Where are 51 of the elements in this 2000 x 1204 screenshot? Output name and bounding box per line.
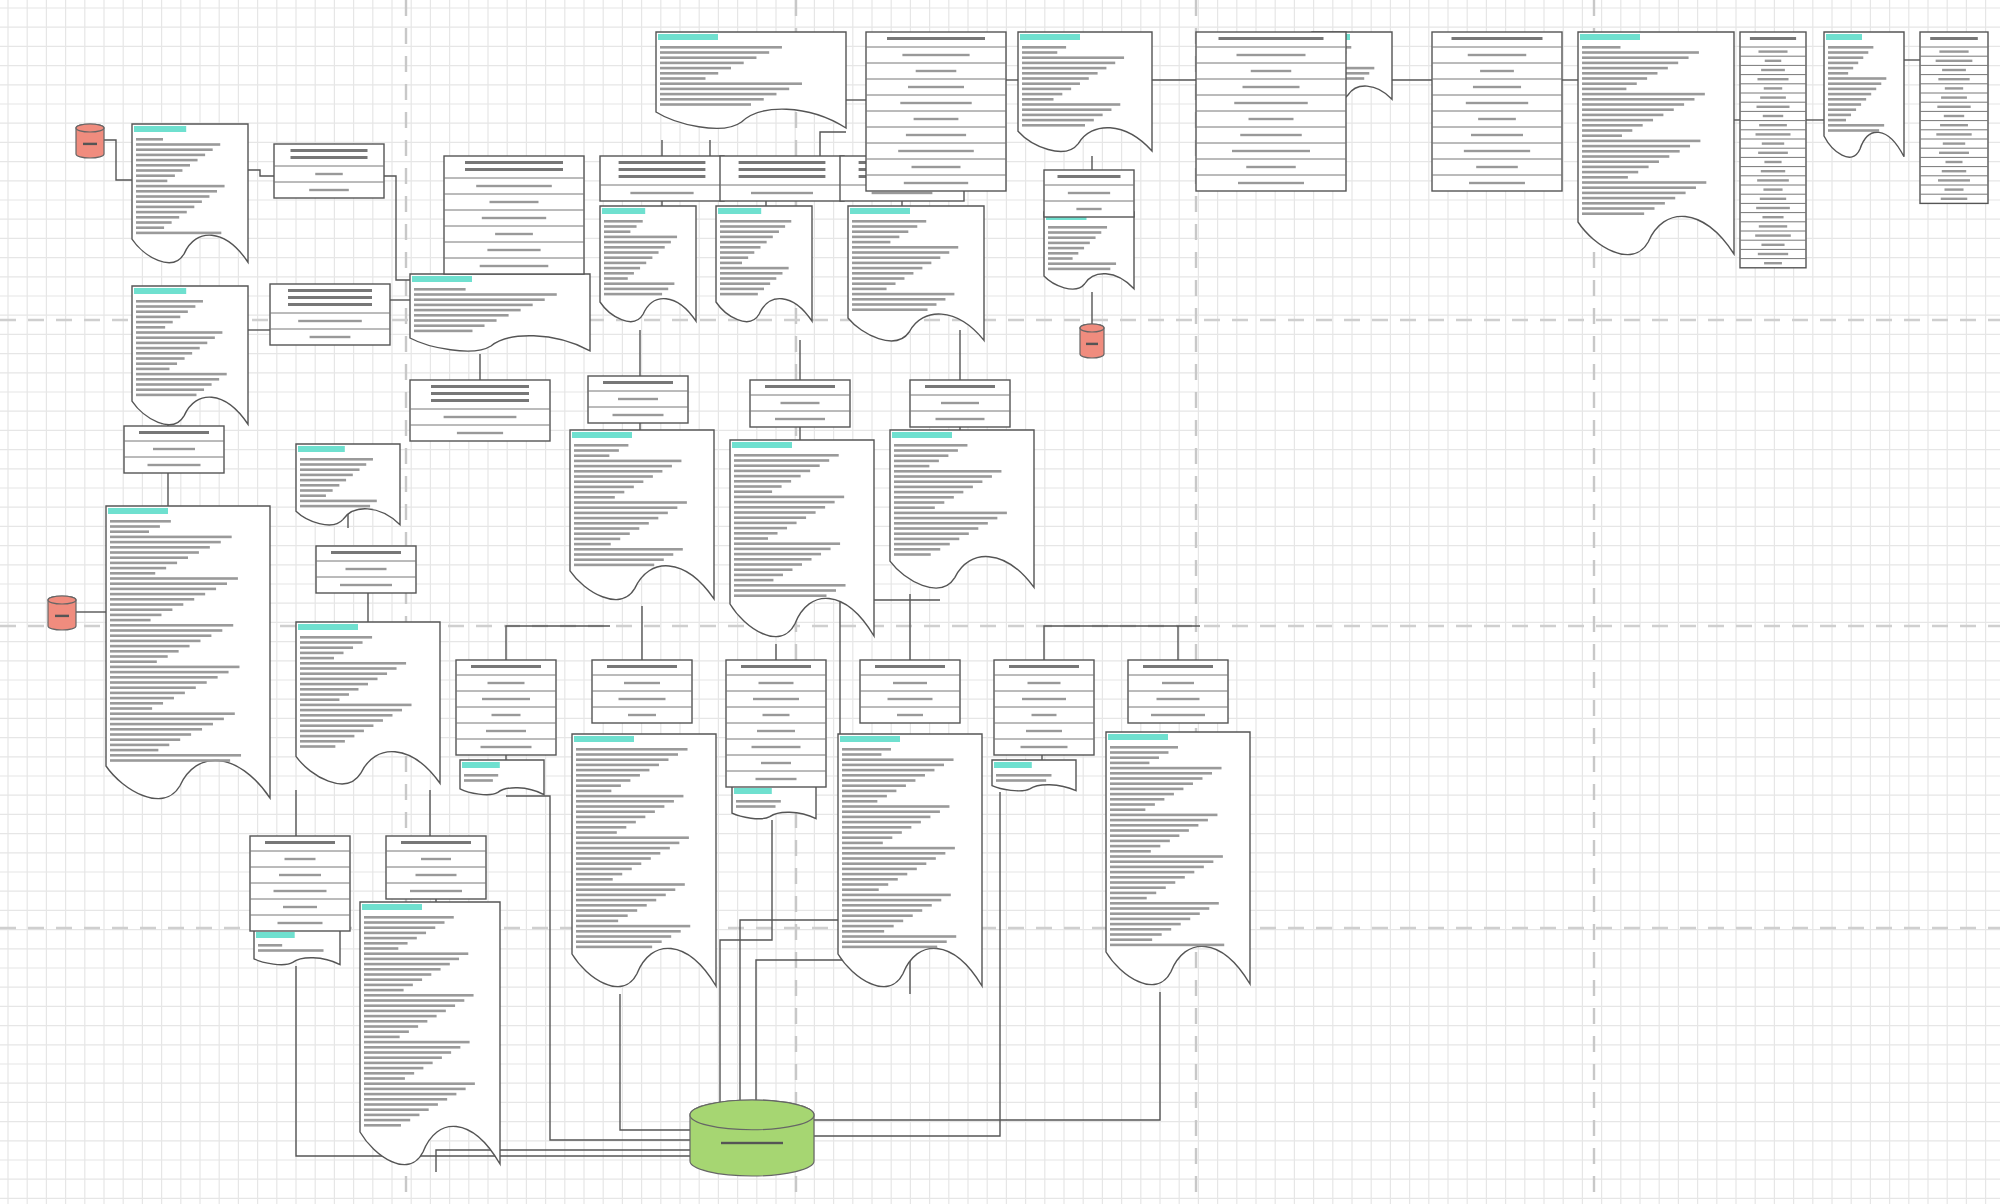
connector-line	[819, 131, 847, 157]
connector-line	[1091, 291, 1093, 325]
connector-line	[75, 611, 107, 613]
table-shape	[443, 155, 585, 275]
connector-line	[1733, 119, 1741, 121]
document-shape	[991, 759, 1077, 792]
connector-line	[799, 339, 801, 381]
connector-line	[247, 329, 271, 331]
table-shape	[385, 835, 487, 900]
table-shape	[269, 283, 391, 346]
connector-line	[641, 605, 643, 661]
document-shape	[131, 285, 249, 426]
connector-line	[429, 789, 431, 837]
table-shape	[859, 659, 961, 724]
connector-line	[383, 175, 411, 281]
document-shape	[459, 759, 545, 796]
connector-line	[661, 139, 663, 157]
connector-line	[389, 299, 411, 301]
table-shape	[591, 659, 693, 724]
table-shape	[1043, 169, 1135, 218]
table-shape	[587, 375, 689, 424]
connector-line	[1091, 155, 1093, 171]
document-shape	[295, 443, 401, 526]
connector-line	[1561, 79, 1579, 81]
table-shape	[123, 425, 225, 474]
connector-line	[1391, 79, 1433, 81]
connector-line	[1151, 79, 1197, 81]
connector-line	[247, 169, 275, 177]
document-shape	[599, 205, 697, 323]
connector-line	[1903, 59, 1921, 61]
connector-line	[845, 99, 867, 101]
table-shape	[909, 379, 1011, 428]
table-shape	[749, 379, 851, 428]
table-shape	[599, 155, 725, 202]
table-shape	[1127, 659, 1229, 724]
document-shape	[1823, 31, 1905, 158]
connector-line	[103, 139, 133, 181]
document-shape	[1017, 31, 1153, 153]
table-shape	[273, 143, 385, 199]
connector-line	[959, 329, 961, 381]
connector-line	[639, 329, 641, 377]
connector-line	[479, 353, 481, 381]
document-shape	[131, 123, 249, 264]
table-shape	[315, 545, 417, 594]
connector-line	[709, 139, 711, 157]
connector-line	[1005, 79, 1019, 81]
document-shape	[715, 205, 813, 323]
table-shape	[409, 379, 551, 442]
connector-line	[1805, 119, 1825, 121]
connector-line	[295, 789, 297, 837]
connector-line	[505, 625, 611, 661]
